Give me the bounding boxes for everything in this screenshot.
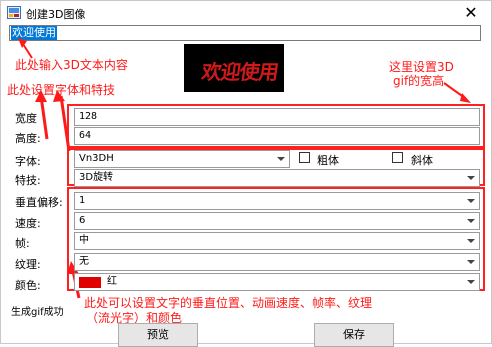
- bold-checkbox[interactable]: [299, 152, 310, 163]
- frame-select[interactable]: 中: [74, 232, 480, 250]
- texture-label: 纹理:: [15, 258, 41, 271]
- frame-label: 帧:: [15, 237, 30, 250]
- color-select[interactable]: 红: [74, 273, 480, 291]
- speed-label: 速度:: [15, 217, 41, 230]
- color-label: 颜色:: [15, 279, 41, 292]
- status-text: 生成gif成功: [11, 307, 64, 318]
- italic-checkbox[interactable]: [392, 152, 403, 163]
- text-input-annotation: 此处输入3D文本内容: [15, 58, 128, 72]
- create-3d-image-dialog: 创建3D图像 ✕ 欢迎使用 欢迎使用 此处输入3D文本内容 此处设置字体和特技 …: [0, 0, 492, 347]
- vertical-offset-label: 垂直偏移:: [15, 196, 63, 209]
- chevron-down-icon: [467, 199, 475, 203]
- font-value: Vn3DH: [79, 153, 114, 164]
- effect-label: 特技:: [15, 174, 41, 187]
- chevron-down-icon: [467, 260, 475, 264]
- vertical-offset-select[interactable]: 1: [74, 192, 480, 210]
- chevron-down-icon: [467, 280, 475, 284]
- speed-select[interactable]: 6: [74, 212, 480, 230]
- frame-value: 中: [79, 235, 89, 246]
- color-swatch: [79, 277, 101, 288]
- texture-value: 无: [79, 256, 89, 267]
- height-label: 高度:: [15, 132, 41, 145]
- font-select[interactable]: Vn3DH: [74, 150, 290, 168]
- font-annotation: 此处设置字体和特技: [7, 83, 116, 97]
- texture-select[interactable]: 无: [74, 253, 480, 271]
- size-annotation-line2: gif的宽高: [393, 74, 445, 88]
- height-input[interactable]: 64: [74, 127, 480, 145]
- chevron-down-icon: [277, 157, 285, 161]
- preview-button[interactable]: 预览: [118, 323, 198, 347]
- italic-label: 斜体: [411, 154, 433, 167]
- effect-select[interactable]: 3D旋转: [74, 169, 480, 187]
- animation-annotation-line1: 此处可以设置文字的垂直位置、动画速度、帧率、纹理: [84, 296, 373, 310]
- font-label: 字体:: [15, 155, 41, 168]
- vertical-offset-value: 1: [79, 195, 86, 206]
- color-value: 红: [107, 276, 117, 287]
- effect-value: 3D旋转: [79, 172, 114, 183]
- width-label: 宽度: [15, 112, 37, 125]
- chevron-down-icon: [467, 219, 475, 223]
- size-annotation-line1: 这里设置3D: [389, 60, 454, 74]
- bold-label: 粗体: [317, 154, 339, 167]
- chevron-down-icon: [467, 176, 475, 180]
- width-input[interactable]: 128: [74, 108, 480, 126]
- speed-value: 6: [79, 215, 86, 226]
- save-button[interactable]: 保存: [314, 323, 394, 347]
- chevron-down-icon: [467, 239, 475, 243]
